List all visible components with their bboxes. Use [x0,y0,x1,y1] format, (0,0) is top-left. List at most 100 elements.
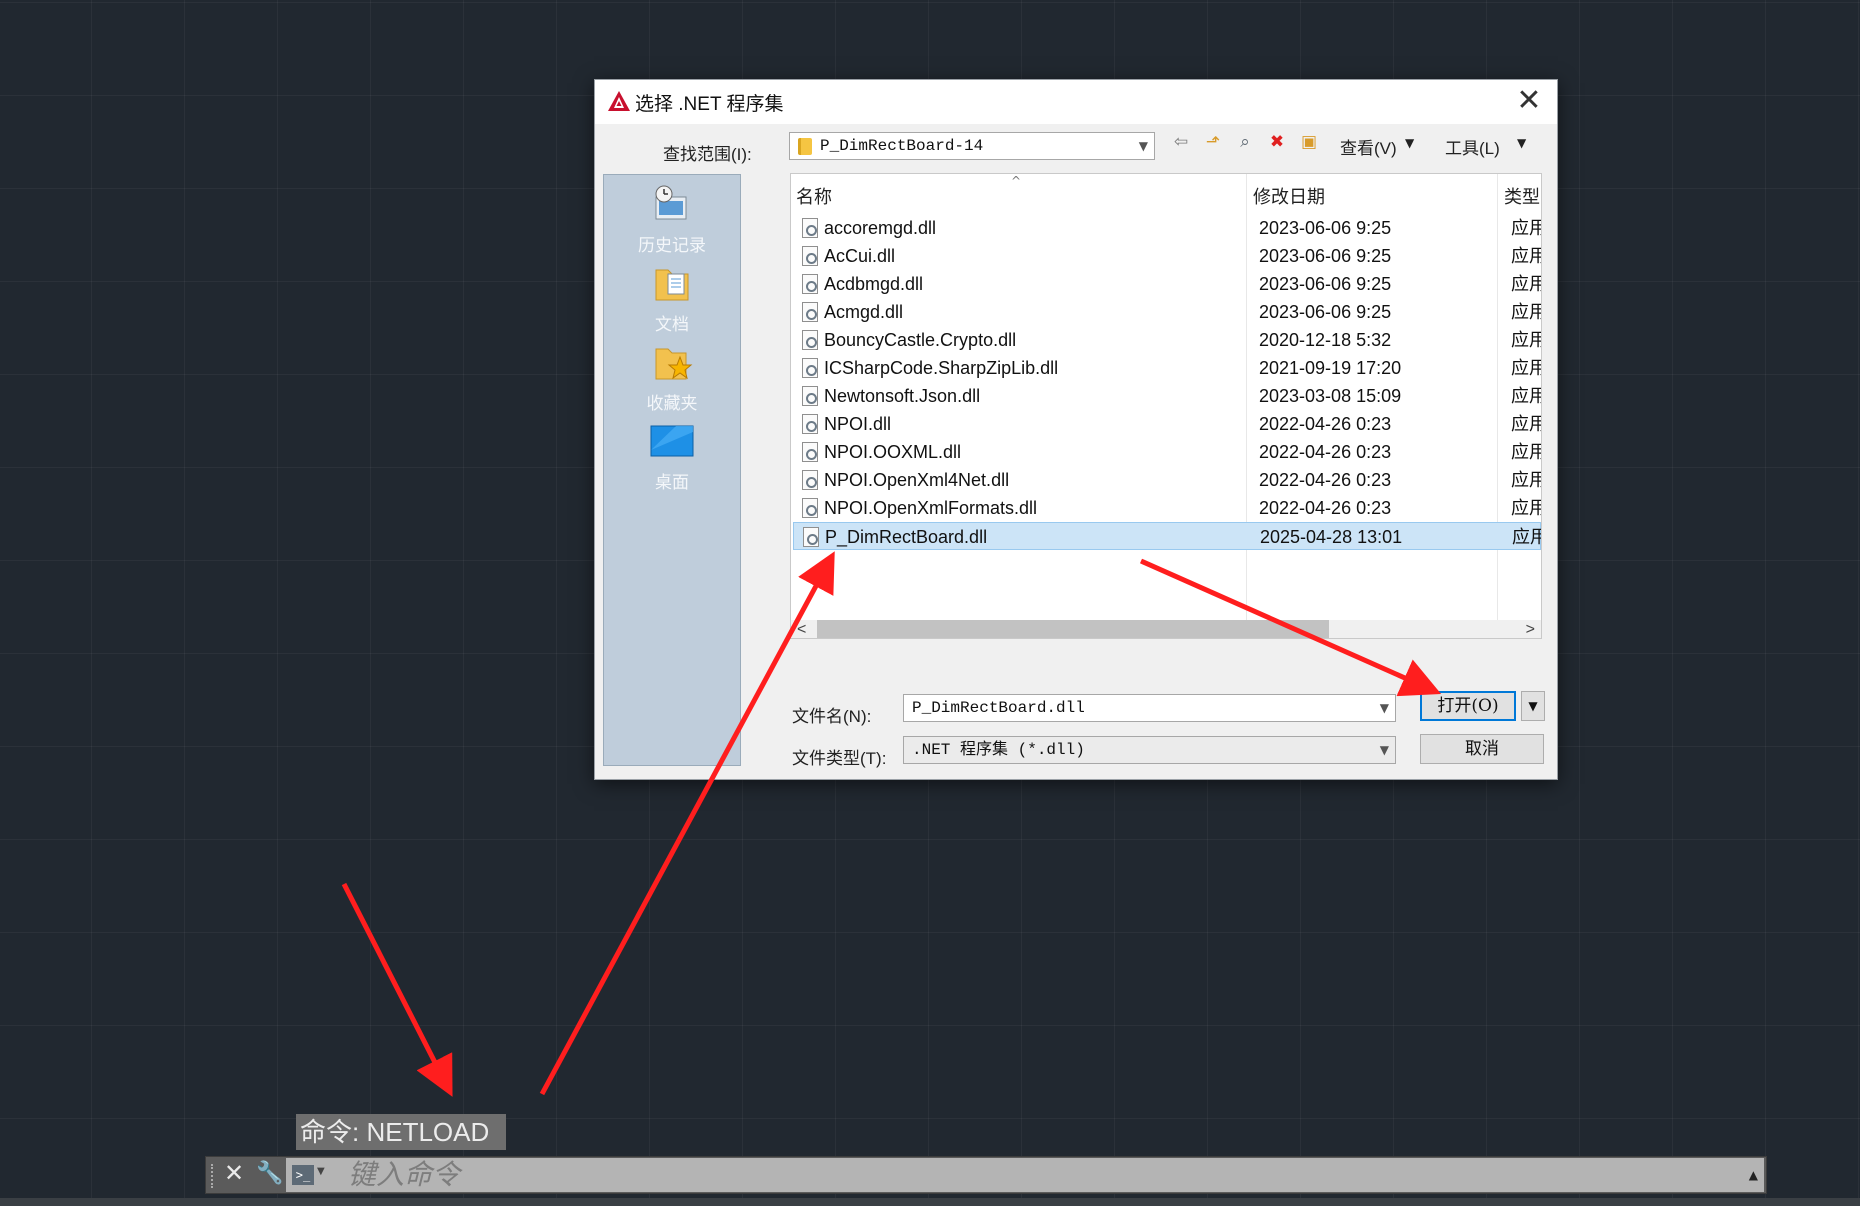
table-row[interactable]: NPOI.OpenXml4Net.dll 2022-04-26 0:23 应用程序扩… [793,466,1541,494]
file-type: 应用程序扩展 [1511,330,1541,350]
place-label: 桌面 [655,473,689,493]
scroll-thumb[interactable] [817,620,1329,638]
place-desktop[interactable]: 桌面 [604,420,740,493]
dialog-titlebar[interactable]: 选择 .NET 程序集 ✕ [595,80,1557,124]
place-label: 历史记录 [638,236,706,256]
open-button[interactable]: 打开(O) [1420,691,1516,721]
table-row[interactable]: Acmgd.dll 2023-06-06 9:25 应用程序扩展 [793,298,1541,326]
back-icon[interactable]: ⇦ [1168,129,1194,155]
close-icon[interactable]: ✕ [1511,84,1547,120]
file-date: 2023-03-08 15:09 [1259,386,1402,406]
tools-dropdown-icon[interactable]: ▼ [1517,136,1526,150]
search-web-icon[interactable]: ⌕ [1232,129,1258,155]
dll-file-icon [803,527,819,547]
file-name: NPOI.OpenXmlFormats.dll [824,498,1038,518]
delete-icon[interactable]: ✖ [1264,129,1290,155]
dll-file-icon [802,274,818,294]
file-date: 2022-04-26 0:23 [1259,470,1392,490]
file-date: 2021-09-19 17:20 [1259,358,1402,378]
chevron-down-icon[interactable]: ▼ [317,1166,325,1177]
file-date: 2025-04-28 13:01 [1260,527,1403,547]
filename-value: P_DimRectBoard.dll [912,699,1085,717]
file-date: 2023-06-06 9:25 [1259,302,1392,322]
file-type: 应用程序扩展 [1511,498,1541,518]
table-row[interactable]: accoremgd.dll 2023-06-06 9:25 应用程序扩展 [793,214,1541,242]
place-favorites[interactable]: 收藏夹 [604,341,740,414]
table-row[interactable]: Acdbmgd.dll 2023-06-06 9:25 应用程序扩展 [793,270,1541,298]
chevron-down-icon[interactable]: ▼ [1380,737,1389,763]
documents-icon [650,262,694,306]
filename-label: 文件名(N): [792,707,872,726]
open-dropdown-icon[interactable]: ▼ [1521,691,1545,721]
cancel-button[interactable]: 取消 [1420,734,1544,764]
table-row[interactable]: P_DimRectBoard.dll 2025-04-28 13:01 应用程序扩展 [793,522,1541,550]
file-date: 2023-06-06 9:25 [1259,218,1392,238]
folder-icon [798,138,812,155]
file-name: Acmgd.dll [824,302,904,322]
file-type: 应用程序扩展 [1511,386,1541,406]
dll-file-icon [802,218,818,238]
wrench-icon[interactable]: 🔧 [256,1161,283,1186]
dll-file-icon [802,386,818,406]
column-header-type[interactable]: 类型 [1504,183,1540,209]
chevron-down-icon[interactable]: ▼ [1380,695,1389,721]
command-prompt-icon[interactable]: >_ [292,1165,314,1185]
filetype-select[interactable]: .NET 程序集 (*.dll) ▼ [903,736,1396,764]
file-date: 2020-12-18 5:32 [1259,330,1392,350]
history-icon [650,183,694,227]
table-row[interactable]: NPOI.OOXML.dll 2022-04-26 0:23 应用程序扩展 [793,438,1541,466]
column-header-name[interactable]: 名称 [796,183,832,209]
column-header-date[interactable]: 修改日期 [1253,183,1325,209]
command-history-line: 命令: NETLOAD [296,1114,506,1150]
view-menu[interactable]: 查看(V) [1340,134,1397,159]
look-in-combo[interactable]: P_DimRectBoard-14 ▼ [789,132,1155,160]
horizontal-scrollbar[interactable]: < > [791,620,1541,638]
file-name: P_DimRectBoard.dll [825,527,988,547]
file-date: 2023-06-06 9:25 [1259,246,1392,266]
status-strip [0,1198,1860,1206]
up-folder-icon[interactable]: ⬏ [1200,129,1226,155]
table-row[interactable]: BouncyCastle.Crypto.dll 2020-12-18 5:32 应用… [793,326,1541,354]
file-date: 2022-04-26 0:23 [1259,442,1392,462]
grip-handle[interactable] [211,1164,215,1188]
dll-file-icon [802,470,818,490]
file-name: NPOI.OOXML.dll [824,442,962,462]
scroll-right-icon[interactable]: > [1526,620,1535,638]
table-row[interactable]: Newtonsoft.Json.dll 2023-03-08 15:09 应用程序扩… [793,382,1541,410]
file-name: ICSharpCode.SharpZipLib.dll [824,358,1059,378]
command-input[interactable]: >_ ▼ 键入命令 ▲ [286,1158,1764,1192]
filename-input[interactable]: P_DimRectBoard.dll ▼ [903,694,1396,722]
select-assembly-dialog: 选择 .NET 程序集 ✕ 查找范围(I): P_DimRectBoard-14… [594,79,1558,780]
place-documents[interactable]: 文档 [604,262,740,335]
table-row[interactable]: NPOI.dll 2022-04-26 0:23 应用程序扩展 [793,410,1541,438]
file-name: accoremgd.dll [824,218,937,238]
scroll-left-icon[interactable]: < [797,620,806,638]
chevron-down-icon: ▼ [1138,139,1148,153]
table-row[interactable]: ICSharpCode.SharpZipLib.dll 2021-09-19 17… [793,354,1541,382]
dialog-title: 选择 .NET 程序集 [635,94,784,115]
file-date: 2022-04-26 0:23 [1259,414,1392,434]
place-label: 文档 [655,315,689,335]
file-name: NPOI.dll [824,414,892,434]
file-type: 应用程序扩展 [1512,527,1541,547]
chevron-up-icon[interactable]: ▲ [1749,1168,1758,1182]
close-icon[interactable]: ✕ [224,1159,244,1187]
view-dropdown-icon[interactable]: ▼ [1405,136,1414,150]
file-name: Newtonsoft.Json.dll [824,386,981,406]
table-row[interactable]: AcCui.dll 2023-06-06 9:25 应用程序扩展 [793,242,1541,270]
dll-file-icon [802,246,818,266]
new-folder-icon[interactable]: ▣ [1296,129,1322,155]
arrow-to-command [341,882,453,1097]
command-placeholder: 键入命令 [348,1158,461,1191]
file-type: 应用程序扩展 [1511,218,1541,238]
file-type: 应用程序扩展 [1511,414,1541,434]
desktop-icon [650,420,694,464]
filetype-label: 文件类型(T): [792,749,887,768]
file-type: 应用程序扩展 [1511,358,1541,378]
place-history[interactable]: 历史记录 [604,183,740,256]
tools-menu[interactable]: 工具(L) [1445,134,1500,159]
file-list[interactable]: ^ 名称 修改日期 类型 accoremgd.dll 2023-06-06 9:2… [790,173,1542,639]
dll-file-icon [802,330,818,350]
table-row[interactable]: NPOI.OpenXmlFormats.dll 2022-04-26 0:23 应用… [793,494,1541,522]
file-name: Acdbmgd.dll [824,274,924,294]
